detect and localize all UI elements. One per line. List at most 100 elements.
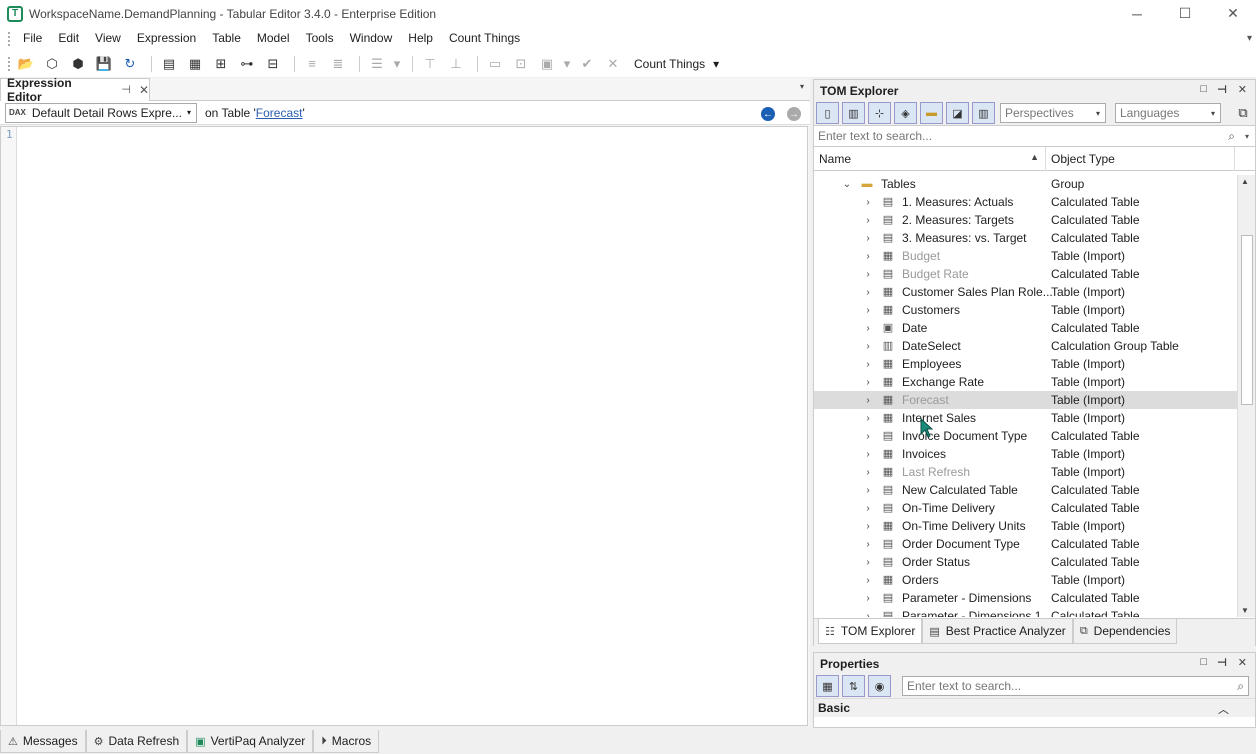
code-editor[interactable]: 1 [0, 126, 808, 726]
toolbar-grip-icon[interactable] [8, 56, 11, 71]
column-header-name[interactable]: Name ▲ [814, 147, 1046, 171]
menu-grip-icon[interactable] [8, 31, 11, 46]
close-tab-icon[interactable]: ✕ [139, 83, 149, 97]
expand-icon[interactable]: › [863, 413, 873, 424]
tree-node-table[interactable]: › ▣ Date Calculated Table [814, 319, 1237, 337]
tab-messages[interactable]: ⚠ Messages [0, 730, 86, 753]
menu-expression[interactable]: Expression [129, 27, 204, 50]
expand-icon[interactable]: › [863, 521, 873, 532]
tree-node-table[interactable]: › ▤ Order Status Calculated Table [814, 553, 1237, 571]
expand-icon[interactable]: › [863, 269, 873, 280]
menu-edit[interactable]: Edit [50, 27, 87, 50]
show-hierarchies-icon[interactable]: ⊹ [868, 102, 891, 124]
tree-node-table[interactable]: › ▦ On-Time Delivery Units Table (Import) [814, 517, 1237, 535]
tree-node-table[interactable]: › ▤ Invoice Document Type Calculated Table [814, 427, 1237, 445]
expand-icon[interactable]: › [863, 341, 873, 352]
outdent-icon[interactable]: ≣ [327, 53, 349, 75]
layout-dropdown-icon[interactable]: ▾ [562, 53, 572, 75]
tab-tom-explorer[interactable]: ☷ TOM Explorer [818, 619, 923, 644]
tree-node-table[interactable]: › ▤ Budget Rate Calculated Table [814, 265, 1237, 283]
expand-icon[interactable]: › [863, 467, 873, 478]
collapse-icon[interactable]: ⌄ [842, 179, 852, 190]
show-measures-icon[interactable]: ▯ [816, 102, 839, 124]
tree-node-table[interactable]: › ▤ 2. Measures: Targets Calculated Table [814, 211, 1237, 229]
tree-node-table[interactable]: › ▦ Customer Sales Plan Role... Table (Impo… [814, 283, 1237, 301]
save-icon[interactable]: 💾 [93, 53, 115, 75]
refresh-icon[interactable]: ↻ [119, 53, 141, 75]
pin-icon[interactable]: ⊣ [1217, 83, 1227, 96]
expand-icon[interactable]: › [863, 197, 873, 208]
expand-icon[interactable]: › [863, 503, 873, 514]
expand-icon[interactable]: › [863, 395, 873, 406]
expand-icon[interactable]: › [863, 611, 873, 618]
forward-arrow-icon[interactable]: → [787, 107, 801, 121]
pin-icon[interactable]: ⊣ [1217, 656, 1227, 669]
search-icon[interactable]: ⌕ [1237, 679, 1244, 694]
tree-node-table[interactable]: › ▤ Parameter - Dimensions Calculated Table [814, 589, 1237, 607]
menu-window[interactable]: Window [342, 27, 401, 50]
column-header-object-type[interactable]: Object Type [1046, 147, 1235, 171]
panel-menu-icon[interactable]: ▾ [800, 82, 804, 91]
expand-icon[interactable]: › [863, 485, 873, 496]
expand-icon[interactable]: › [863, 449, 873, 460]
properties-search-input[interactable]: Enter text to search... ⌕ [902, 676, 1249, 696]
tab-data-refresh[interactable]: ⚙ Data Refresh [85, 730, 188, 753]
tree-node-table[interactable]: › ▤ New Calculated Table Calculated Table [814, 481, 1237, 499]
sort-alpha-icon[interactable]: ⇅ [842, 675, 865, 697]
expand-icon[interactable]: › [863, 377, 873, 388]
menu-table[interactable]: Table [204, 27, 249, 50]
tree-node-table[interactable]: › ▤ 3. Measures: vs. Target Calculated Tabl… [814, 229, 1237, 247]
new-model-icon[interactable]: ⬡ [41, 53, 63, 75]
tree-node-table[interactable]: › ▦ Customers Table (Import) [814, 301, 1237, 319]
align-top-icon[interactable]: ⊤ [419, 53, 441, 75]
expand-icon[interactable]: › [863, 539, 873, 550]
menu-tools[interactable]: Tools [298, 27, 342, 50]
metadata-columns-icon[interactable]: ▥ [972, 102, 995, 124]
tree-node-table[interactable]: › ▥ DateSelect Calculation Group Table [814, 337, 1237, 355]
show-hidden-icon[interactable]: ◪ [946, 102, 969, 124]
maximize-button[interactable]: ☐ [1162, 0, 1208, 27]
tree-node-table[interactable]: › ▦ Forecast Table (Import) [814, 391, 1237, 409]
open-icon[interactable]: 📂 [15, 53, 37, 75]
tree-node-table[interactable]: › ▦ Invoices Table (Import) [814, 445, 1237, 463]
new-table-icon[interactable]: ⊞ [210, 53, 232, 75]
expression-property-select[interactable]: DAX Default Detail Rows Expre... ▾ [5, 102, 197, 123]
expand-icon[interactable]: › [863, 575, 873, 586]
options-icon[interactable]: ⧉ [1232, 102, 1254, 124]
layout-icon[interactable]: ▣ [536, 53, 558, 75]
tab-macros[interactable]: ⏵ Macros [313, 730, 380, 753]
search-options-icon[interactable]: ▾ [1245, 132, 1249, 141]
tree-node-table[interactable]: › ▦ Budget Table (Import) [814, 247, 1237, 265]
properties-section-basic[interactable]: Basic ︿ [814, 698, 1255, 717]
tree-node-table[interactable]: › ▤ 1. Measures: Actuals Calculated Table [814, 193, 1237, 211]
close-panel-icon[interactable]: ✕ [1238, 83, 1247, 96]
tab-dependencies[interactable]: ⧉ Dependencies [1072, 619, 1178, 644]
deploy-icon[interactable]: ⬢ [67, 53, 89, 75]
scroll-down-icon[interactable]: ▼ [1241, 606, 1249, 615]
back-arrow-icon[interactable]: ← [761, 107, 775, 121]
menu-model[interactable]: Model [249, 27, 298, 50]
menu-file[interactable]: File [15, 27, 50, 50]
expand-icon[interactable]: › [863, 557, 873, 568]
maximize-panel-icon[interactable]: □ [1200, 656, 1207, 668]
cancel-icon[interactable]: ✕ [602, 53, 624, 75]
scroll-thumb[interactable] [1241, 235, 1253, 405]
search-icon[interactable]: ⌕ [1228, 129, 1235, 144]
collapse-icon[interactable]: ︿ [1218, 701, 1229, 717]
menu-count-things[interactable]: Count Things [441, 27, 528, 50]
tom-scrollbar[interactable]: ▲ ▼ [1237, 175, 1255, 617]
categorized-icon[interactable]: ▦ [816, 675, 839, 697]
scroll-up-icon[interactable]: ▲ [1241, 177, 1249, 186]
show-columns-icon[interactable]: ▥ [842, 102, 865, 124]
expand-icon[interactable]: › [863, 359, 873, 370]
filter-dropdown-icon[interactable]: ▾ [392, 53, 402, 75]
close-panel-icon[interactable]: ✕ [1238, 656, 1247, 669]
minimize-button[interactable]: ─ [1114, 0, 1160, 27]
close-button[interactable]: ✕ [1210, 0, 1256, 27]
count-things-button[interactable]: Count Things ▾ [634, 57, 719, 71]
tree-node-table[interactable]: › ▦ Last Refresh Table (Import) [814, 463, 1237, 481]
tree-node-table[interactable]: › ▦ Orders Table (Import) [814, 571, 1237, 589]
expand-icon[interactable]: › [863, 431, 873, 442]
filter-icon[interactable]: ☰ [366, 53, 388, 75]
tab-best-practice-analyzer[interactable]: ▤ Best Practice Analyzer [922, 619, 1073, 644]
